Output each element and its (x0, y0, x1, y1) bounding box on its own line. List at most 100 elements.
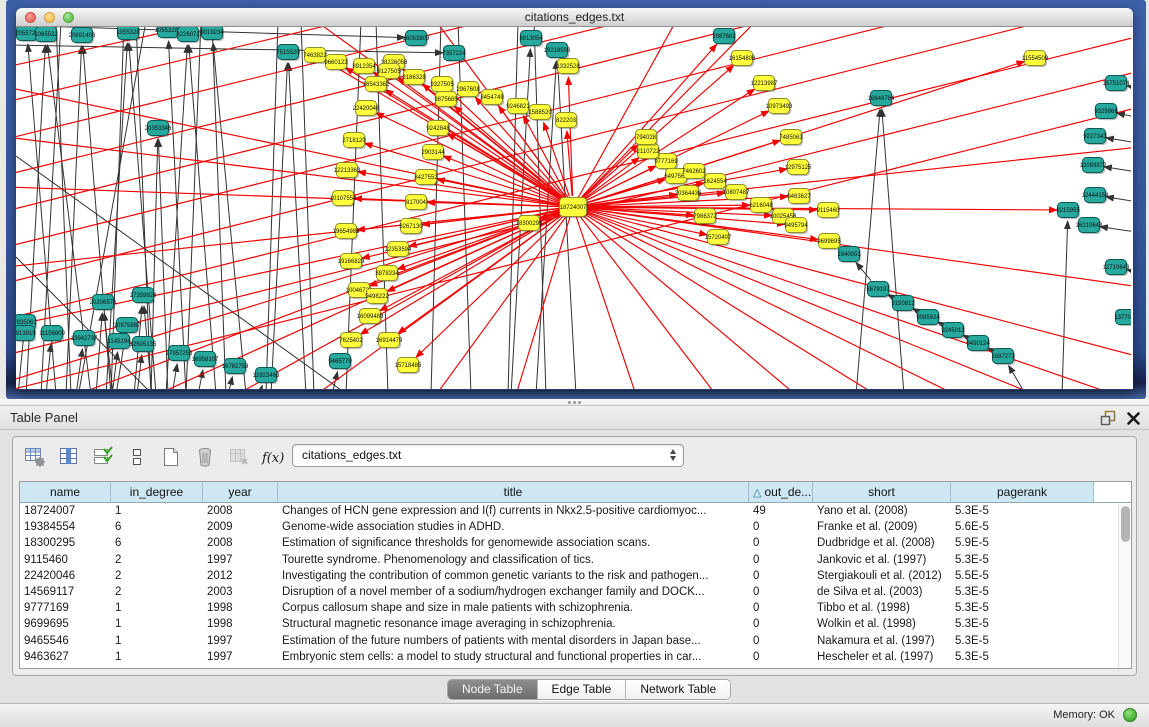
network-node[interactable]: 12710643 (1103, 260, 1130, 277)
cell-out_degree[interactable]: 0 (749, 568, 813, 584)
network-node[interactable]: 9495794 (784, 218, 808, 235)
cell-name[interactable]: 18724007 (20, 503, 111, 519)
network-node[interactable]: 9245012 (941, 323, 965, 340)
citation-edge-black[interactable] (96, 313, 102, 389)
citation-edge-black[interactable] (112, 352, 118, 389)
cell-short[interactable]: Franke et al. (2009) (813, 519, 951, 535)
network-node[interactable]: 9242848 (426, 121, 450, 138)
citation-edge-black[interactable] (1106, 138, 1131, 146)
cell-year[interactable]: 1998 (203, 616, 278, 632)
cell-title[interactable]: Genome-wide association studies in ADHD. (278, 519, 749, 535)
network-node[interactable]: 3913919 (16, 326, 36, 343)
network-node[interactable]: 15718485 (395, 358, 422, 375)
network-node[interactable]: 20206576 (90, 295, 117, 312)
cell-short[interactable]: de Silva et al. (2003) (813, 584, 951, 600)
cell-pagerank[interactable]: 5.6E-5 (951, 519, 1094, 535)
cell-year[interactable]: 1997 (203, 633, 278, 649)
network-node[interactable]: 16648784 (868, 91, 895, 108)
citation-edge-black[interactable] (1104, 167, 1131, 175)
cell-out_degree[interactable]: 0 (749, 616, 813, 632)
cell-year[interactable]: 2012 (203, 568, 278, 584)
cell-in_degree[interactable]: 2 (111, 584, 203, 600)
citation-edge-black[interactable] (508, 27, 518, 389)
network-node[interactable]: 8226072 (176, 27, 200, 43)
network-node[interactable]: 16543362 (363, 77, 390, 94)
network-node[interactable]: 9327505 (430, 77, 454, 94)
table-row[interactable]: 946362711997Embryonic stem cells: a mode… (20, 649, 1131, 665)
network-node[interactable]: 2087682 (712, 29, 736, 46)
citation-edge-red[interactable] (573, 207, 716, 389)
network-node[interactable]: 16958107 (192, 352, 219, 369)
network-node[interactable]: 7515520 (276, 45, 300, 62)
cell-name[interactable]: 22420046 (20, 568, 111, 584)
network-window-titlebar[interactable]: citations_edges.txt (16, 8, 1133, 27)
network-node[interactable]: 19654985 (333, 224, 360, 241)
network-node[interactable]: 1940051 (837, 247, 861, 264)
citation-edge-red[interactable] (581, 145, 638, 200)
citation-edge-red[interactable] (573, 207, 1131, 357)
function-builder-icon[interactable]: f(x) (259, 444, 286, 471)
network-node[interactable]: 8679197 (866, 282, 890, 299)
network-node[interactable]: 7463822 (303, 48, 327, 65)
network-node[interactable]: 10975887 (114, 318, 141, 335)
citation-edge-red[interactable] (16, 27, 1046, 283)
cell-in_degree[interactable]: 1 (111, 633, 203, 649)
cell-title[interactable]: Estimation of the future numbers of pati… (278, 633, 749, 649)
network-node[interactable]: 16782759 (222, 359, 249, 376)
network-node[interactable]: 19166829 (338, 254, 365, 271)
cell-out_degree[interactable]: 0 (749, 633, 813, 649)
cell-in_degree[interactable]: 1 (111, 616, 203, 632)
table-row[interactable]: 946554611997Estimation of the future num… (20, 633, 1131, 649)
cell-name[interactable]: 9699695 (20, 616, 111, 632)
network-node[interactable]: 9246821 (506, 99, 530, 116)
table-row[interactable]: 1938455462009Genome-wide association stu… (20, 519, 1131, 535)
network-node[interactable]: 12923468 (253, 368, 280, 385)
citation-edge-black[interactable] (1062, 221, 1068, 389)
network-node[interactable]: 8186328 (402, 70, 426, 87)
select-rows-icon[interactable] (89, 444, 116, 471)
cell-in_degree[interactable]: 1 (111, 600, 203, 616)
cell-out_degree[interactable]: 49 (749, 503, 813, 519)
network-node[interactable]: 18300295 (516, 216, 543, 233)
network-node[interactable]: 12444154 (1082, 188, 1109, 205)
column-header-name[interactable]: name (20, 482, 111, 502)
network-node[interactable]: 1377010 (1114, 310, 1131, 327)
minimize-window-button[interactable] (44, 12, 55, 23)
citation-edge-black[interactable] (1100, 227, 1131, 235)
cell-short[interactable]: Dudbridge et al. (2008) (813, 535, 951, 551)
network-node[interactable]: 16154808 (729, 51, 756, 68)
zoom-window-button[interactable] (63, 12, 74, 23)
table-row[interactable]: 911546021997Tourette syndrome. Phenomeno… (20, 552, 1131, 568)
network-node[interactable]: 12353594 (385, 242, 412, 259)
citation-edge-black[interactable] (136, 27, 151, 389)
network-node[interactable]: 12975125 (785, 160, 812, 177)
cell-name[interactable]: 14569117 (20, 584, 111, 600)
citation-edge-black[interactable] (198, 370, 203, 389)
panel-splitter[interactable] (0, 399, 1149, 406)
cell-name[interactable]: 18300295 (20, 535, 111, 551)
network-node[interactable]: 12213363 (334, 163, 361, 180)
cell-short[interactable]: Tibbo et al. (1998) (813, 600, 951, 616)
network-node[interactable]: 8813054 (519, 31, 543, 48)
column-header-short[interactable]: short (813, 482, 951, 502)
citation-edge-black[interactable] (228, 377, 232, 389)
network-node[interactable]: 7357224 (442, 46, 466, 63)
cell-year[interactable]: 2008 (203, 535, 278, 551)
cell-title[interactable]: Corpus callosum shape and size in male p… (278, 600, 749, 616)
column-header-year[interactable]: year (203, 482, 278, 502)
cell-out_degree[interactable]: 0 (749, 600, 813, 616)
cell-title[interactable]: Tourette syndrome. Phenomenology and cla… (278, 552, 749, 568)
citation-edge-red[interactable] (376, 113, 563, 203)
table-row[interactable]: 1830029562008Estimation of significance … (20, 535, 1131, 551)
cell-in_degree[interactable]: 1 (111, 649, 203, 665)
network-node[interactable]: 18724007 (560, 198, 589, 219)
network-node[interactable]: 20691406 (69, 28, 96, 45)
citation-edge-black[interactable] (856, 262, 871, 280)
network-node[interactable]: 9660123 (324, 55, 348, 72)
cell-pagerank[interactable]: 5.3E-5 (951, 633, 1094, 649)
network-node[interactable]: 9150812 (891, 296, 915, 313)
cell-short[interactable]: Wolkin et al. (1998) (813, 616, 951, 632)
close-window-button[interactable] (25, 12, 36, 23)
cell-short[interactable]: Hescheler et al. (1997) (813, 649, 951, 665)
cell-year[interactable]: 1998 (203, 600, 278, 616)
